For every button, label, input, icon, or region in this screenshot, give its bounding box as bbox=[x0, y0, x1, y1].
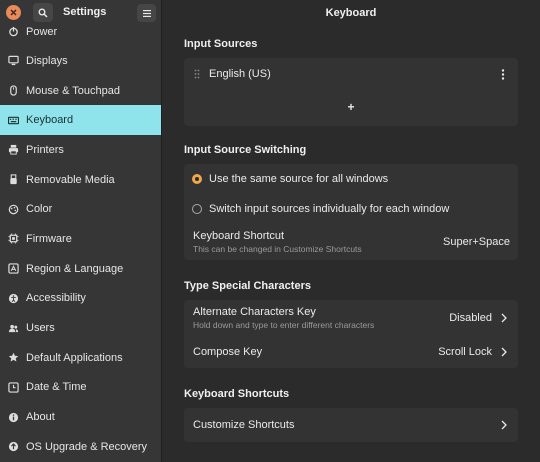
palette-icon bbox=[8, 204, 19, 215]
printer-icon bbox=[8, 144, 19, 155]
alternate-characters-text: Alternate Characters Key Hold down and t… bbox=[193, 306, 374, 330]
star-icon bbox=[8, 352, 19, 363]
sidebar-item-os-upgrade-recovery[interactable]: OS Upgrade & Recovery bbox=[0, 432, 161, 462]
power-icon bbox=[8, 26, 19, 37]
input-sources-card: English (US) + bbox=[184, 58, 518, 126]
sidebar-item-label: Region & Language bbox=[26, 262, 124, 275]
mouse-icon bbox=[8, 85, 19, 96]
alternate-characters-sub: Hold down and type to enter different ch… bbox=[193, 320, 375, 330]
clock-icon bbox=[8, 382, 19, 393]
input-sources-title: Input Sources bbox=[184, 38, 258, 50]
input-source-row[interactable]: English (US) bbox=[184, 58, 518, 90]
sidebar-item-users[interactable]: Users bbox=[0, 313, 161, 343]
usb-icon bbox=[8, 174, 19, 185]
sidebar-item-label: Default Applications bbox=[26, 351, 123, 364]
radio-selected-icon[interactable] bbox=[192, 174, 202, 184]
sidebar-item-mouse-touchpad[interactable]: Mouse & Touchpad bbox=[0, 76, 161, 106]
alternate-characters-row[interactable]: Alternate Characters Key Hold down and t… bbox=[184, 302, 518, 334]
sidebar-item-label: Mouse & Touchpad bbox=[26, 84, 120, 97]
sidebar-item-date-time[interactable]: Date & Time bbox=[0, 373, 161, 403]
compose-key-label: Compose Key bbox=[193, 346, 263, 358]
input-switching-card: Use the same source for all windows Swit… bbox=[184, 164, 518, 260]
sidebar-list: Power Displays Mouse & Touchpad Keyboard… bbox=[0, 17, 161, 462]
alternate-characters-value: Disabled bbox=[449, 312, 492, 324]
content-pane: Keyboard Input Sources English (US) + In… bbox=[162, 0, 540, 462]
chevron-right-icon bbox=[501, 313, 507, 323]
radio-unselected-icon[interactable] bbox=[192, 204, 202, 214]
radio-individual-source[interactable]: Switch input sources individually for ea… bbox=[184, 197, 518, 221]
more-options-icon[interactable] bbox=[501, 69, 505, 80]
sidebar-item-label: Removable Media bbox=[26, 173, 115, 186]
alternate-characters-label: Alternate Characters Key bbox=[193, 306, 316, 318]
radio-same-source[interactable]: Use the same source for all windows bbox=[184, 167, 518, 191]
compose-key-value-wrap: Scroll Lock bbox=[438, 346, 508, 358]
keyboard-shortcuts-card: Customize Shortcuts bbox=[184, 408, 518, 442]
header-bar: Keyboard bbox=[162, 0, 540, 26]
keyboard-shortcut-label: Keyboard Shortcut bbox=[193, 230, 285, 242]
sidebar-item-label: Keyboard bbox=[26, 114, 74, 127]
sidebar-item-label: Users bbox=[26, 322, 55, 335]
sidebar-item-label: Accessibility bbox=[26, 292, 86, 305]
sidebar-item-default-applications[interactable]: Default Applications bbox=[0, 343, 161, 373]
close-button[interactable] bbox=[6, 5, 21, 20]
sidebar-item-about[interactable]: About bbox=[0, 402, 161, 432]
globe-icon bbox=[8, 263, 19, 274]
keyboard-shortcut-row[interactable]: Keyboard Shortcut This can be changed in… bbox=[184, 227, 518, 257]
sidebar-item-label: Displays bbox=[26, 54, 68, 67]
sidebar-pane: Power Displays Mouse & Touchpad Keyboard… bbox=[0, 0, 161, 462]
special-characters-title: Type Special Characters bbox=[184, 280, 311, 292]
accessibility-icon bbox=[8, 293, 19, 304]
sidebar-item-displays[interactable]: Displays bbox=[0, 46, 161, 76]
sidebar-item-firmware[interactable]: Firmware bbox=[0, 224, 161, 254]
search-icon bbox=[38, 8, 48, 18]
radio-individual-source-label: Switch input sources individually for ea… bbox=[209, 203, 450, 215]
display-icon bbox=[8, 55, 19, 66]
keyboard-shortcut-sub: This can be changed in Customize Shortcu… bbox=[193, 244, 362, 254]
compose-key-value: Scroll Lock bbox=[438, 346, 492, 358]
window-title: Keyboard bbox=[325, 7, 377, 19]
sidebar-item-keyboard[interactable]: Keyboard bbox=[0, 105, 161, 136]
sidebar-item-printers[interactable]: Printers bbox=[0, 135, 161, 165]
sidebar-item-color[interactable]: Color bbox=[0, 194, 161, 224]
sidebar-item-label: Date & Time bbox=[26, 381, 87, 394]
sidebar-item-label: About bbox=[26, 411, 55, 424]
compose-key-row[interactable]: Compose Key Scroll Lock bbox=[184, 338, 518, 366]
keyboard-shortcut-value: Super+Space bbox=[443, 236, 510, 248]
chevron-right-icon bbox=[501, 347, 507, 357]
input-source-name: English (US) bbox=[209, 68, 271, 80]
sidebar-item-label: Power bbox=[26, 25, 58, 38]
keyboard-shortcuts-title: Keyboard Shortcuts bbox=[184, 388, 290, 400]
sidebar-item-removable-media[interactable]: Removable Media bbox=[0, 165, 161, 195]
keyboard-shortcut-text: Keyboard Shortcut This can be changed in… bbox=[193, 230, 362, 254]
sidebar-header: Settings bbox=[0, 0, 161, 26]
chevron-right-icon bbox=[501, 420, 507, 430]
alternate-characters-value-wrap: Disabled bbox=[449, 312, 508, 324]
users-icon bbox=[8, 323, 19, 334]
close-icon bbox=[10, 9, 17, 16]
sidebar-item-label: Printers bbox=[26, 143, 64, 156]
add-input-source-button[interactable]: + bbox=[184, 96, 518, 118]
sidebar-item-label: Color bbox=[26, 203, 53, 216]
search-button[interactable] bbox=[33, 3, 53, 22]
menu-button[interactable] bbox=[137, 4, 156, 22]
customize-shortcuts-chevron-wrap bbox=[492, 420, 508, 430]
drag-handle-icon[interactable] bbox=[194, 69, 200, 79]
chip-icon bbox=[8, 233, 19, 245]
customize-shortcuts-row[interactable]: Customize Shortcuts bbox=[184, 408, 518, 442]
radio-same-source-label: Use the same source for all windows bbox=[209, 173, 389, 185]
sidebar-item-label: Firmware bbox=[26, 232, 72, 245]
sidebar-item-label: OS Upgrade & Recovery bbox=[26, 440, 148, 453]
keyboard-icon bbox=[8, 115, 19, 126]
app-title: Settings bbox=[63, 6, 107, 18]
special-characters-card: Alternate Characters Key Hold down and t… bbox=[184, 300, 518, 368]
info-icon bbox=[8, 412, 19, 423]
customize-shortcuts-label: Customize Shortcuts bbox=[193, 419, 295, 431]
hamburger-menu-icon bbox=[142, 9, 151, 17]
sidebar-item-region-language[interactable]: Region & Language bbox=[0, 254, 161, 284]
sidebar-item-accessibility[interactable]: Accessibility bbox=[0, 284, 161, 314]
add-icon: + bbox=[347, 100, 355, 114]
upgrade-icon bbox=[8, 441, 19, 452]
input-switching-title: Input Source Switching bbox=[184, 144, 307, 156]
